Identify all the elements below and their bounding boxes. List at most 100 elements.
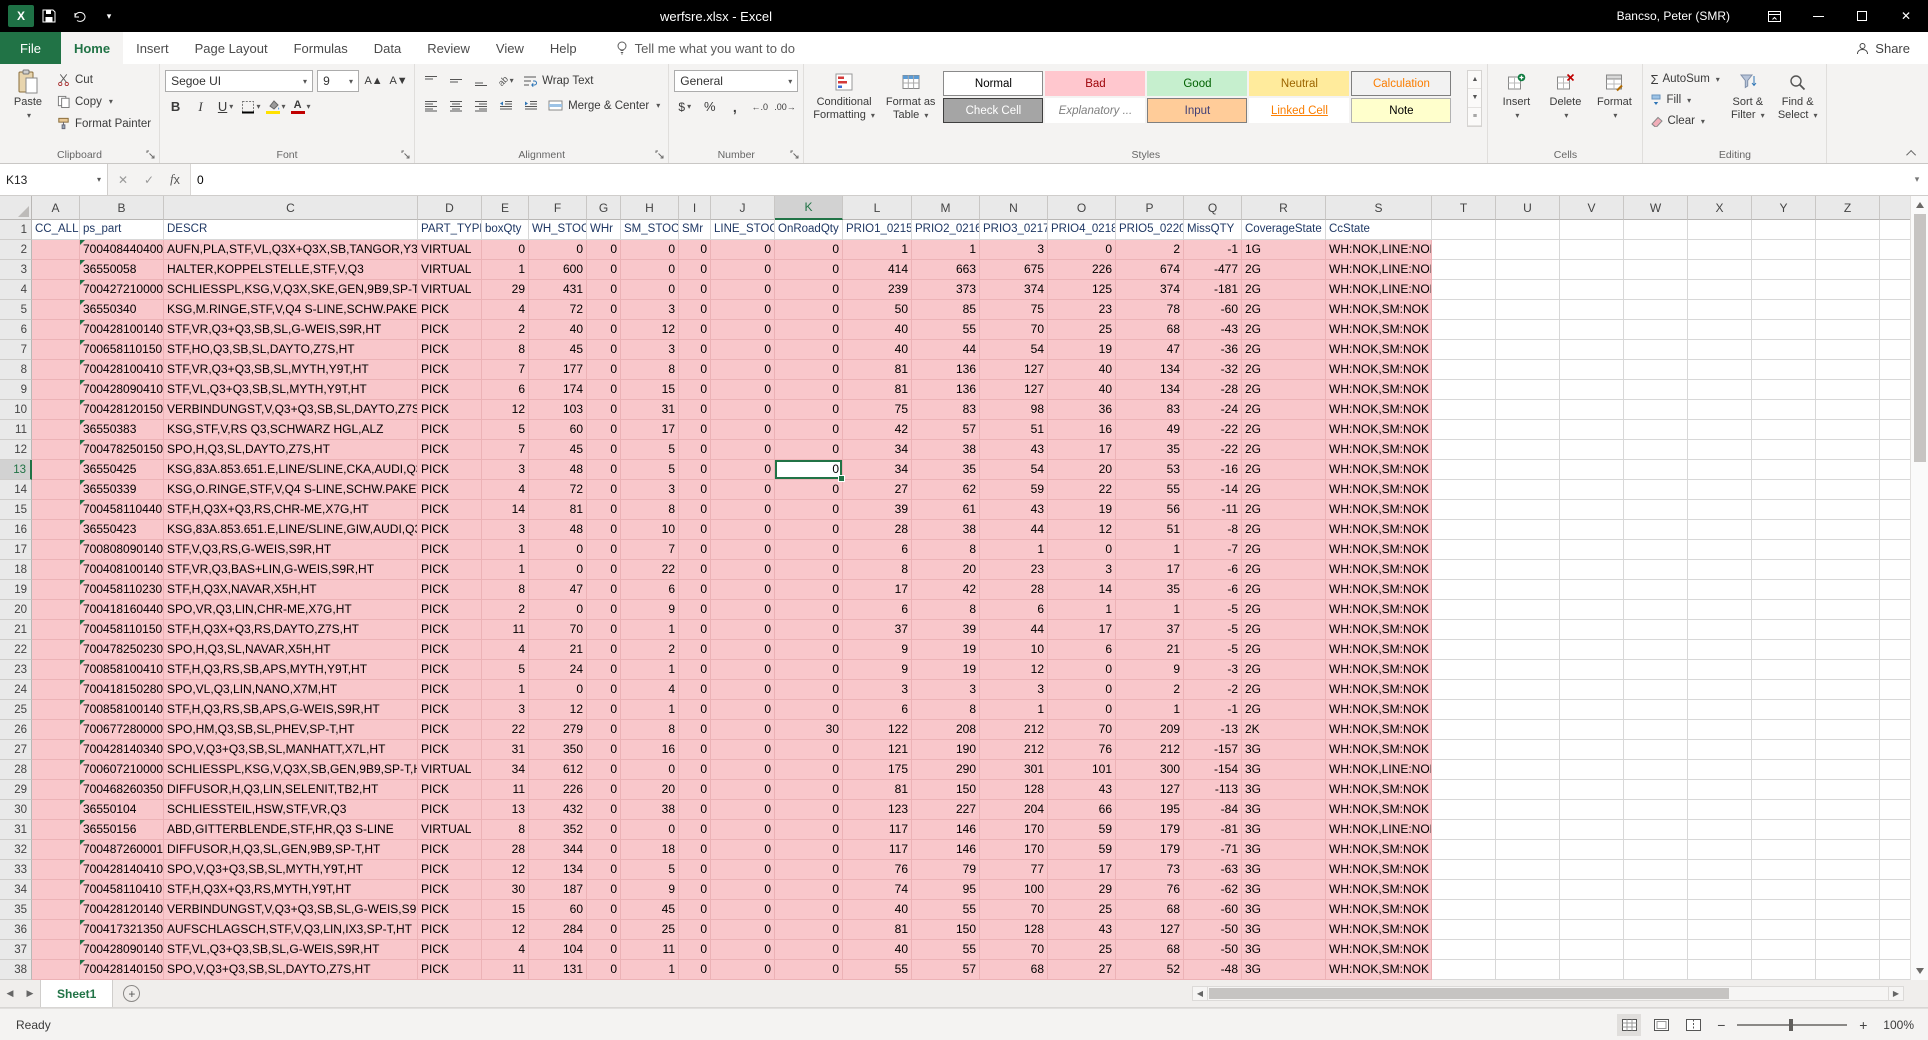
- cell[interactable]: [1816, 580, 1880, 600]
- cell-style-neutral[interactable]: Neutral: [1249, 71, 1349, 96]
- cell[interactable]: 209: [1116, 720, 1184, 740]
- normal-view-button[interactable]: [1617, 1014, 1641, 1036]
- cell[interactable]: 6: [621, 580, 679, 600]
- cell[interactable]: -11: [1184, 500, 1242, 520]
- cell[interactable]: 51: [980, 420, 1048, 440]
- cell[interactable]: [1624, 260, 1688, 280]
- cell[interactable]: [1688, 480, 1752, 500]
- cell[interactable]: 0: [775, 520, 843, 540]
- row-header-15[interactable]: 15: [0, 500, 32, 520]
- cell[interactable]: [1880, 620, 1910, 640]
- column-header-M[interactable]: M: [912, 196, 980, 220]
- clear-button[interactable]: Clear ▾: [1648, 111, 1721, 131]
- cell[interactable]: 675: [980, 260, 1048, 280]
- cell[interactable]: [1496, 460, 1560, 480]
- cell[interactable]: AUFSCHLAGSCH,STF,V,Q3,LIN,IX3,SP-T,HT: [164, 920, 418, 940]
- cell[interactable]: [1752, 440, 1816, 460]
- cell[interactable]: 8: [621, 720, 679, 740]
- cell[interactable]: [1432, 580, 1496, 600]
- cell[interactable]: [1624, 500, 1688, 520]
- cell[interactable]: [1560, 440, 1624, 460]
- cell[interactable]: 39: [843, 500, 912, 520]
- cell[interactable]: 0: [679, 760, 711, 780]
- cell[interactable]: 2G: [1242, 620, 1326, 640]
- cell[interactable]: [1624, 620, 1688, 640]
- gallery-scroll-down-icon[interactable]: ▼: [1468, 89, 1481, 107]
- cell[interactable]: 226: [529, 780, 587, 800]
- cell[interactable]: 62: [912, 480, 980, 500]
- cell[interactable]: WH:NOK,SM:NOK: [1326, 560, 1432, 580]
- cell[interactable]: 284: [529, 920, 587, 940]
- cell[interactable]: [1816, 740, 1880, 760]
- cell[interactable]: 38: [621, 800, 679, 820]
- cell[interactable]: 14: [1048, 580, 1116, 600]
- cell[interactable]: [1688, 720, 1752, 740]
- cell[interactable]: -477: [1184, 260, 1242, 280]
- cell[interactable]: [1624, 300, 1688, 320]
- cell[interactable]: [1496, 760, 1560, 780]
- cell[interactable]: 68: [1116, 940, 1184, 960]
- cell[interactable]: 61: [912, 500, 980, 520]
- cell[interactable]: 40: [843, 900, 912, 920]
- new-sheet-button[interactable]: +: [123, 985, 140, 1002]
- cell[interactable]: WH:NOK,SM:NOK: [1326, 940, 1432, 960]
- cell[interactable]: 0: [679, 280, 711, 300]
- cell[interactable]: 0: [621, 280, 679, 300]
- cell[interactable]: WH:NOK,SM:NOK: [1326, 620, 1432, 640]
- cell[interactable]: SPO,H,Q3,SL,DAYTO,Z7S,HT: [164, 440, 418, 460]
- cell[interactable]: 128: [980, 920, 1048, 940]
- column-header-U[interactable]: U: [1496, 196, 1560, 220]
- align-left-button[interactable]: [420, 95, 441, 116]
- cell[interactable]: [1560, 600, 1624, 620]
- cell[interactable]: [1688, 920, 1752, 940]
- cell[interactable]: 0: [679, 780, 711, 800]
- cell[interactable]: -5: [1184, 640, 1242, 660]
- row-header-25[interactable]: 25: [0, 700, 32, 720]
- dialog-launcher-icon[interactable]: [790, 150, 800, 160]
- cell[interactable]: 0: [711, 780, 775, 800]
- cell[interactable]: PICK: [418, 340, 482, 360]
- cell[interactable]: 0: [711, 240, 775, 260]
- cell[interactable]: 3: [621, 480, 679, 500]
- cell[interactable]: 30: [482, 880, 529, 900]
- cell[interactable]: 11: [482, 960, 529, 980]
- cell[interactable]: 36: [1048, 400, 1116, 420]
- cell[interactable]: 1: [980, 540, 1048, 560]
- cell[interactable]: [1880, 460, 1910, 480]
- cell[interactable]: 0: [679, 620, 711, 640]
- cell[interactable]: [1752, 700, 1816, 720]
- cell[interactable]: 8: [912, 700, 980, 720]
- tab-view[interactable]: View: [483, 32, 537, 64]
- cell[interactable]: PICK: [418, 420, 482, 440]
- row-header-2[interactable]: 2: [0, 240, 32, 260]
- cell[interactable]: WH:NOK,SM:NOK: [1326, 680, 1432, 700]
- cell[interactable]: 36550423: [80, 520, 164, 540]
- cell[interactable]: [1688, 800, 1752, 820]
- row-header-33[interactable]: 33: [0, 860, 32, 880]
- cell[interactable]: [1752, 420, 1816, 440]
- cell[interactable]: 27: [843, 480, 912, 500]
- cell[interactable]: [1496, 300, 1560, 320]
- wrap-text-button[interactable]: Wrap Text: [520, 70, 596, 91]
- field-header-PRIO5_0220[interactable]: PRIO5_0220: [1116, 220, 1184, 240]
- cell[interactable]: 1G: [1242, 240, 1326, 260]
- sort-filter-button[interactable]: Sort & Filter ▾: [1725, 67, 1771, 147]
- cell[interactable]: 3G: [1242, 780, 1326, 800]
- cell[interactable]: 0: [711, 960, 775, 980]
- cell[interactable]: 34: [843, 460, 912, 480]
- cell[interactable]: 279: [529, 720, 587, 740]
- cell[interactable]: 57: [912, 960, 980, 980]
- cell[interactable]: 35: [912, 460, 980, 480]
- cell[interactable]: [1624, 400, 1688, 420]
- cell[interactable]: 0: [711, 680, 775, 700]
- cell[interactable]: 0: [775, 800, 843, 820]
- column-header-I[interactable]: I: [679, 196, 711, 220]
- copy-button[interactable]: Copy ▾: [54, 91, 154, 112]
- cell[interactable]: 7: [482, 360, 529, 380]
- cell[interactable]: 19: [912, 640, 980, 660]
- cell[interactable]: [1624, 640, 1688, 660]
- cell[interactable]: 0: [587, 940, 621, 960]
- save-button[interactable]: [34, 0, 64, 32]
- cell[interactable]: 60: [529, 900, 587, 920]
- cell[interactable]: [1752, 800, 1816, 820]
